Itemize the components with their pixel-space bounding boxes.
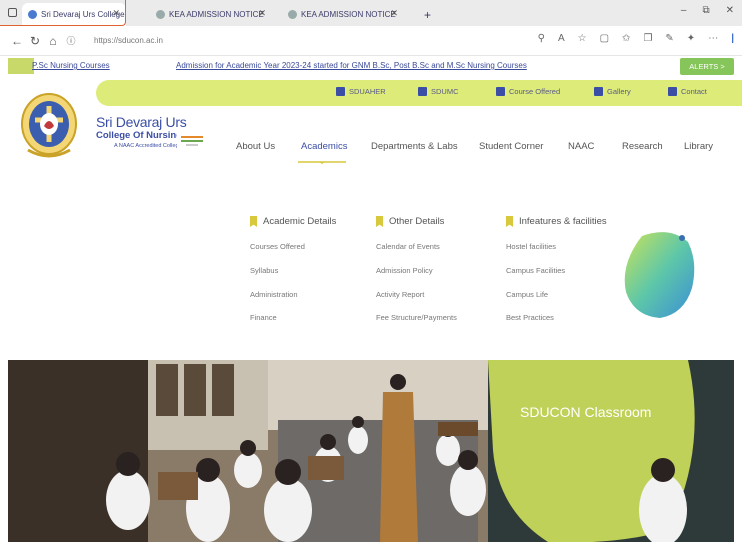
home-icon[interactable]: ⌂ xyxy=(44,34,62,48)
tab-sdu-college[interactable]: Sri Devaraj Urs College o ✕ xyxy=(22,3,126,26)
menu-heading-academic-details: Academic Details xyxy=(250,216,336,227)
zoom-icon[interactable]: ⚲ xyxy=(538,33,545,44)
quick-link-label: Gallery xyxy=(607,87,631,96)
quick-link-sdumc[interactable]: SDUMC xyxy=(418,87,459,96)
kea-favicon-icon xyxy=(156,10,165,19)
window-menu-icon[interactable] xyxy=(8,8,17,17)
split-screen-icon[interactable]: ▢ xyxy=(600,33,609,44)
quick-link-contact[interactable]: Contact xyxy=(668,87,707,96)
menu-heading-label: Academic Details xyxy=(263,216,337,227)
profile-icon[interactable]: | xyxy=(731,33,734,44)
menu-link[interactable]: Hostel facilities xyxy=(506,242,556,251)
nav-student-corner[interactable]: Student Corner xyxy=(479,141,543,152)
menu-link[interactable]: Finance xyxy=(250,313,277,322)
quick-link-label: Course Offered xyxy=(509,87,561,96)
menu-link[interactable]: Administration xyxy=(250,290,298,299)
announcement-strip: P.Sc Nursing Courses Admission for Acade… xyxy=(0,56,742,78)
nav-academics[interactable]: Academics xyxy=(301,141,347,152)
nav-naac[interactable]: NAAC xyxy=(568,141,594,152)
window-controls: – ⧉ ✕ xyxy=(681,5,734,16)
more-icon[interactable]: ⋯ xyxy=(708,33,718,44)
brand-tagline: A NAAC Accredited College xyxy=(114,143,182,149)
menu-link[interactable]: Best Practices xyxy=(506,313,554,322)
browser-tab-bar: Sri Devaraj Urs College o ✕ KEA ADMISSIO… xyxy=(0,0,742,26)
menu-heading-label: Other Details xyxy=(389,216,445,227)
quick-link-label: Contact xyxy=(681,87,707,96)
close-tab-icon[interactable]: ✕ xyxy=(390,8,398,19)
read-aloud-icon[interactable]: A xyxy=(558,33,565,44)
quick-link-courses[interactable]: Course Offered xyxy=(496,87,560,96)
gallery-icon xyxy=(594,87,603,96)
site-info-icon[interactable]: ⓘ xyxy=(62,34,80,47)
announcement-link-2[interactable]: Admission for Academic Year 2023-24 star… xyxy=(176,61,527,70)
tab-title: KEA ADMISSION NOTICE xyxy=(169,10,264,19)
close-tab-icon[interactable]: ✕ xyxy=(258,8,266,19)
alerts-button[interactable]: ALERTS > xyxy=(680,58,734,75)
extensions-icon[interactable]: ✎ xyxy=(665,33,673,44)
announcement-link-1[interactable]: P.Sc Nursing Courses xyxy=(32,61,110,70)
address-bar: ← ↻ ⌂ ⓘ https://sducon.ac.in ⚲ A ☆ ▢ ✩ ❐… xyxy=(0,26,742,56)
kea-favicon-icon xyxy=(288,10,297,19)
menu-link[interactable]: Campus Facilities xyxy=(506,266,565,275)
tab-kea-notice-2[interactable]: KEA ADMISSION NOTICE ✕ xyxy=(282,3,404,26)
college-emblem-icon[interactable] xyxy=(20,90,78,162)
quick-link-sduaher[interactable]: SDUAHER xyxy=(336,87,386,96)
menu-link[interactable]: Fee Structure/Payments xyxy=(376,313,457,322)
menu-link[interactable]: Calendar of Events xyxy=(376,242,440,251)
tab-kea-notice-1[interactable]: KEA ADMISSION NOTICE ✕ xyxy=(150,3,272,26)
naac-logo-icon xyxy=(177,129,207,151)
decorative-blob xyxy=(624,232,695,318)
hero-caption: SDUCON Classroom xyxy=(520,404,652,420)
minimize-icon[interactable]: – xyxy=(681,5,687,16)
new-tab-button[interactable]: + xyxy=(420,3,440,26)
college-favicon-icon xyxy=(28,10,37,19)
bookmark-icon xyxy=(376,216,383,227)
university-icon xyxy=(336,87,345,96)
close-window-icon[interactable]: ✕ xyxy=(726,5,734,16)
new-tab-label: + xyxy=(424,7,432,22)
menu-link[interactable]: Activity Report xyxy=(376,290,424,299)
menu-link[interactable]: Admission Policy xyxy=(376,266,433,275)
quick-link-gallery[interactable]: Gallery xyxy=(594,87,631,96)
nav-research[interactable]: Research xyxy=(622,141,663,152)
copilot-icon[interactable]: ✦ xyxy=(687,33,695,44)
bookmark-icon xyxy=(506,216,513,227)
menu-heading-facilities: Infeatures & facilities xyxy=(506,216,607,227)
menu-link[interactable]: Syllabus xyxy=(250,266,278,275)
quick-link-label: SDUAHER xyxy=(349,87,386,96)
bookmark-icon xyxy=(250,216,257,227)
courses-icon xyxy=(496,87,505,96)
url-field[interactable]: https://sducon.ac.in xyxy=(94,36,394,45)
menu-heading-other-details: Other Details xyxy=(376,216,444,227)
hero-classroom-photo xyxy=(8,360,734,542)
quick-links-bar: SDUAHER SDUMC Course Offered Gallery Con… xyxy=(96,80,742,106)
browser-toolbar: ⚲ A ☆ ▢ ✩ ❐ ✎ ✦ ⋯ | xyxy=(538,33,734,44)
refresh-icon[interactable]: ↻ xyxy=(26,34,44,48)
nav-departments-labs[interactable]: Departments & Labs xyxy=(371,141,458,152)
brand-college: College Of Nursing xyxy=(96,130,183,141)
nav-library[interactable]: Library xyxy=(684,141,713,152)
favorites-icon[interactable]: ✩ xyxy=(622,33,630,44)
collections-icon[interactable]: ❐ xyxy=(643,33,652,44)
active-nav-indicator xyxy=(298,161,346,164)
tab-title: KEA ADMISSION NOTICE xyxy=(301,10,396,19)
menu-heading-label: Infeatures & facilities xyxy=(519,216,607,227)
nav-about-us[interactable]: About Us xyxy=(236,141,275,152)
back-icon[interactable]: ← xyxy=(8,34,26,48)
quick-link-label: SDUMC xyxy=(431,87,459,96)
college-icon xyxy=(418,87,427,96)
contact-icon xyxy=(668,87,677,96)
favorite-star-icon[interactable]: ☆ xyxy=(578,33,587,44)
menu-link[interactable]: Campus Life xyxy=(506,290,548,299)
brand-name[interactable]: Sri Devaraj Urs xyxy=(96,114,187,130)
strip-chip xyxy=(8,58,34,74)
restore-icon[interactable]: ⧉ xyxy=(702,5,709,16)
close-tab-icon[interactable]: ✕ xyxy=(112,8,120,19)
menu-link[interactable]: Courses Offered xyxy=(250,242,305,251)
